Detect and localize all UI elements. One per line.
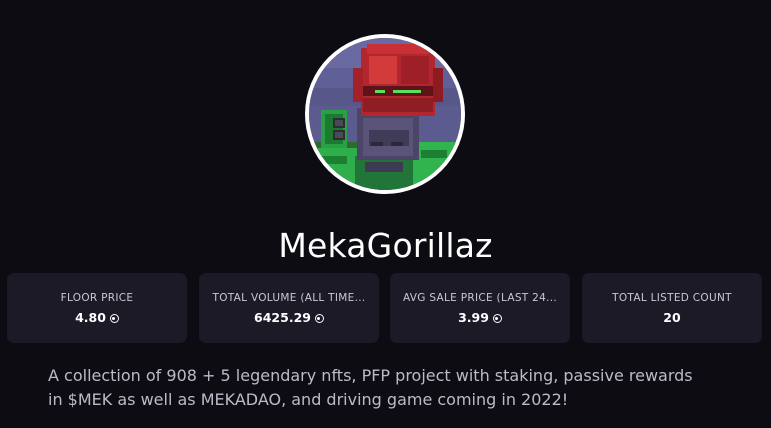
collection-stats: FLOOR PRICE 4.80 TOTAL VOLUME (ALL TIME.…: [7, 273, 763, 343]
gorilla-mech-avatar-image: [309, 38, 461, 190]
stat-value-total-listed-count: 20: [663, 310, 681, 325]
collection-page: MekaGorillaz FLOOR PRICE 4.80 TOTAL VOLU…: [0, 0, 771, 428]
stat-value-average-sale-price-text: 3.99: [458, 310, 489, 325]
stat-value-floor-price: 4.80: [7, 309, 187, 326]
coin-icon: [492, 314, 502, 323]
stat-label-average-sale-price: AVG SALE PRICE (LAST 24...: [402, 292, 558, 304]
stat-card-total-listed-count: TOTAL LISTED COUNT 20: [582, 273, 762, 343]
stat-value-average-sale-price: 3.99: [390, 309, 570, 326]
stat-card-floor-price: FLOOR PRICE 4.80: [7, 273, 187, 343]
stat-card-average-sale-price: AVG SALE PRICE (LAST 24... 3.99: [390, 273, 570, 343]
collection-description: A collection of 908 + 5 legendary nfts, …: [48, 366, 693, 409]
coin-icon: [314, 314, 324, 323]
collection-title: MekaGorillaz: [278, 226, 493, 265]
stat-value-floor-price-text: 4.80: [75, 310, 106, 325]
stat-label-floor-price: FLOOR PRICE: [60, 292, 134, 304]
collection-avatar: [309, 38, 461, 190]
stat-card-total-volume: TOTAL VOLUME (ALL TIME... 6425.29: [199, 273, 379, 343]
stat-label-total-listed-count: TOTAL LISTED COUNT: [612, 292, 732, 304]
stat-value-total-volume-text: 6425.29: [254, 310, 311, 325]
collection-avatar-frame: [305, 34, 465, 194]
coin-icon: [109, 314, 119, 323]
stat-label-total-volume: TOTAL VOLUME (ALL TIME...: [212, 292, 366, 304]
stat-value-total-volume: 6425.29: [199, 309, 379, 326]
